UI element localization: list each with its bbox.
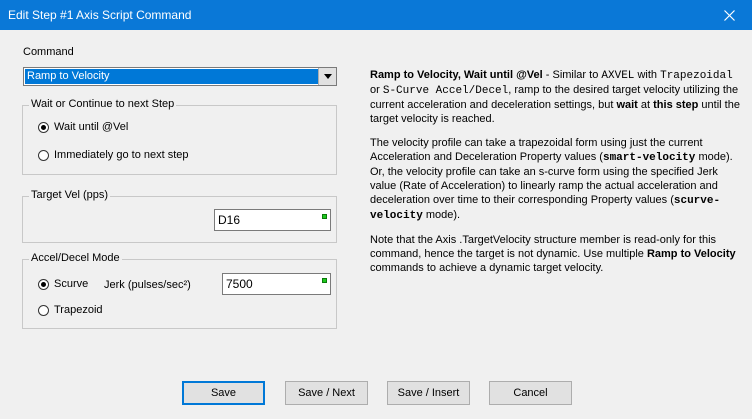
wait-mode-group: Wait or Continue to next Step — [22, 98, 337, 175]
close-icon — [723, 9, 735, 21]
trapezoid-radio[interactable]: Trapezoid — [38, 304, 103, 316]
help-emphasis: wait — [616, 99, 638, 111]
help-code: Trapezoidal — [660, 70, 733, 82]
accel-decel-legend: Accel/Decel Mode — [29, 252, 122, 264]
radio-indicator — [38, 304, 49, 316]
wait-until-vel-radio[interactable]: Wait until @Vel — [38, 121, 128, 133]
radio-selected-indicator — [38, 121, 49, 133]
jerk-value: 7500 — [226, 277, 253, 291]
close-button[interactable] — [706, 0, 752, 30]
help-text: - Similar to — [542, 69, 602, 81]
radio-label: Immediately go to next step — [54, 149, 189, 161]
save-next-button[interactable]: Save / Next — [285, 381, 368, 405]
window-title: Edit Step #1 Axis Script Command — [8, 8, 192, 22]
dropdown-arrow-button[interactable] — [318, 68, 336, 85]
help-text: mode). — [422, 209, 461, 221]
help-code: AXVEL — [601, 70, 635, 82]
help-emphasis: this step — [653, 99, 699, 111]
status-dot-icon — [322, 278, 327, 283]
help-text: commands to achieve a dynamic target vel… — [370, 262, 604, 274]
help-code: S-Curve Accel/Decel — [382, 85, 509, 97]
save-insert-button[interactable]: Save / Insert — [387, 381, 470, 405]
help-text: with — [634, 69, 661, 81]
save-button[interactable]: Save — [182, 381, 265, 405]
immediately-next-step-radio[interactable]: Immediately go to next step — [38, 149, 189, 161]
radio-label: Wait until @Vel — [54, 121, 129, 133]
help-text: at — [637, 99, 654, 111]
help-description: Ramp to Velocity, Wait until @Vel - Simi… — [370, 68, 740, 285]
help-paragraph-3: Note that the Axis .TargetVelocity struc… — [370, 233, 740, 275]
wait-mode-legend: Wait or Continue to next Step — [29, 98, 177, 110]
help-paragraph-1: Ramp to Velocity, Wait until @Vel - Simi… — [370, 68, 740, 126]
radio-label: Scurve — [54, 278, 89, 290]
command-label: Command — [23, 46, 74, 58]
chevron-down-icon — [323, 74, 332, 79]
help-emphasis: Ramp to Velocity — [646, 248, 736, 260]
radio-selected-indicator — [38, 278, 49, 290]
help-code: smart-velocity — [602, 152, 696, 164]
jerk-input[interactable]: 7500 — [222, 273, 331, 295]
target-vel-legend: Target Vel (pps) — [29, 189, 111, 201]
radio-indicator — [38, 149, 49, 161]
target-vel-input[interactable]: D16 — [214, 209, 331, 231]
command-selected-value: Ramp to Velocity — [25, 69, 318, 84]
help-paragraph-2: The velocity profile can take a trapezoi… — [370, 136, 740, 223]
help-text: or — [370, 84, 383, 96]
command-dropdown[interactable]: Ramp to Velocity — [23, 67, 337, 86]
status-dot-icon — [322, 214, 327, 219]
jerk-label: Jerk (pulses/sec²) — [104, 279, 191, 291]
title-bar: Edit Step #1 Axis Script Command — [0, 0, 752, 30]
help-heading: Ramp to Velocity, Wait until @Vel — [370, 69, 543, 81]
scurve-radio[interactable]: Scurve — [38, 278, 88, 290]
cancel-button[interactable]: Cancel — [489, 381, 572, 405]
radio-label: Trapezoid — [54, 304, 103, 316]
target-vel-value: D16 — [218, 213, 241, 227]
